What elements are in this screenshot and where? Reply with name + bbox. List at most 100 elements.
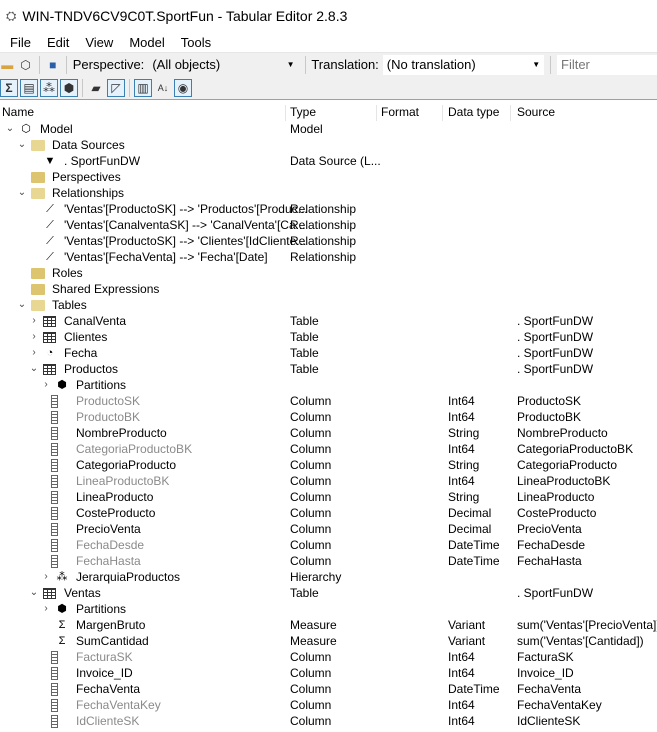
column-header-name[interactable]: Name <box>0 105 286 121</box>
tree-row[interactable]: ▼ . SportFunDW Data Source (L... <box>0 153 657 169</box>
chevron-down-icon[interactable]: ⌄ <box>5 121 15 137</box>
tree-row[interactable]: CategoriaProducto Column String CategoriaPr… <box>0 457 657 473</box>
tree-row[interactable]: Roles <box>0 265 657 281</box>
menu-tools[interactable]: Tools <box>173 35 219 50</box>
chevron-down-icon[interactable]: ⌄ <box>29 585 39 601</box>
tree-row[interactable]: ⟋ 'Ventas'[ProductoSK] --> 'Productos'[Pr… <box>0 201 657 217</box>
chevron-right-icon[interactable]: › <box>29 313 39 329</box>
relationship-icon: ⟋ <box>46 203 54 215</box>
column-header-format[interactable]: Format <box>377 105 443 121</box>
open-folder-icon[interactable]: ▬ <box>0 56 14 74</box>
tree-row[interactable]: ⌄ Relationships <box>0 185 657 201</box>
tree-row[interactable]: Perspectives <box>0 169 657 185</box>
row-name: MargenBruto <box>76 618 146 632</box>
filter-input[interactable] <box>557 54 657 75</box>
perspective-value: (All objects) <box>152 57 221 72</box>
chevron-down-icon[interactable]: ⌄ <box>17 297 27 313</box>
column-header-datatype[interactable]: Data type <box>443 105 511 121</box>
columns-icon[interactable]: ▤ <box>20 78 38 97</box>
tree-row[interactable]: › ⬢ Partitions <box>0 601 657 617</box>
row-type: Column <box>290 458 332 472</box>
tree-row[interactable]: ⟋ 'Ventas'[FechaVenta] --> 'Fecha'[Date] R… <box>0 249 657 265</box>
column-icon <box>51 523 58 536</box>
tree-row[interactable]: Σ MargenBruto Measure Variant sum('Ventas'[P… <box>0 617 657 633</box>
chevron-down-icon[interactable]: ⌄ <box>17 185 27 201</box>
tree-row[interactable]: ⟋ 'Ventas'[ProductoSK] --> 'Clientes'[IdC… <box>0 233 657 249</box>
tree-row[interactable]: FechaDesde Column DateTime FechaDesde <box>0 537 657 553</box>
menu-edit[interactable]: Edit <box>39 35 77 50</box>
menu-view[interactable]: View <box>77 35 121 50</box>
row-datatype: Variant <box>448 618 486 632</box>
save-icon[interactable]: ■ <box>46 56 60 74</box>
sort-az-icon[interactable]: A↓ <box>154 79 172 97</box>
view-toolbar: Σ ▤ ⁂ ⬢ ▰ ◸ ▥ A↓ ◉ <box>0 76 657 100</box>
chevron-right-icon[interactable]: › <box>41 569 51 585</box>
separator <box>550 55 551 74</box>
row-type: Column <box>290 442 332 456</box>
metadata-icon[interactable]: ◉ <box>174 78 192 97</box>
tree-row[interactable]: Σ SumCantidad Measure Variant sum('Ventas'[C… <box>0 633 657 649</box>
tree-row[interactable]: › ◔ Fecha Table . SportFunDW <box>0 345 657 361</box>
hidden-objects-icon[interactable]: ◸ <box>107 78 125 97</box>
sigma-icon: Σ <box>58 635 66 647</box>
row-name: LineaProducto <box>76 490 154 504</box>
tree-row[interactable]: LineaProducto Column String LineaProducto <box>0 489 657 505</box>
chevron-right-icon[interactable]: › <box>29 329 39 345</box>
tree-row[interactable]: PrecioVenta Column Decimal PrecioVenta <box>0 521 657 537</box>
tree-row[interactable]: IdClienteSK Column Int64 IdClienteSK <box>0 713 657 729</box>
all-columns-icon[interactable]: ▥ <box>134 78 152 97</box>
tree-row[interactable]: ⌄ Productos Table . SportFunDW <box>0 361 657 377</box>
tree-row[interactable]: ProductoSK Column Int64 ProductoSK <box>0 393 657 409</box>
row-datatype: String <box>448 426 480 440</box>
chevron-right-icon[interactable]: › <box>29 345 39 361</box>
row-name: Roles <box>52 266 83 280</box>
tree-row[interactable]: › CanalVenta Table . SportFunDW <box>0 313 657 329</box>
row-type: Data Source (L... <box>290 154 381 168</box>
tree-row[interactable]: › ⬢ Partitions <box>0 377 657 393</box>
row-name: Shared Expressions <box>52 282 160 296</box>
tree-row[interactable]: LineaProductoBK Column Int64 LineaProductoB… <box>0 473 657 489</box>
tree-row[interactable]: ⌄ Tables <box>0 297 657 313</box>
tree-row[interactable]: NombreProducto Column String NombreProducto <box>0 425 657 441</box>
tree-row[interactable]: ⌄ ⬡ Model Model <box>0 121 657 137</box>
row-type: Column <box>290 474 332 488</box>
row-datatype: Int64 <box>448 714 475 728</box>
chevron-right-icon[interactable]: › <box>41 377 51 393</box>
chevron-right-icon[interactable]: › <box>41 601 51 617</box>
menu-model[interactable]: Model <box>121 35 172 50</box>
display-folders-icon[interactable]: ▰ <box>87 79 105 97</box>
hierarchy-icon: ⁂ <box>56 571 68 583</box>
tree-row[interactable]: ProductoBK Column Int64 ProductoBK <box>0 409 657 425</box>
row-type: Table <box>290 314 319 328</box>
tree-row[interactable]: Shared Expressions <box>0 281 657 297</box>
chevron-down-icon[interactable]: ⌄ <box>17 137 27 153</box>
tree-row[interactable]: ⟋ 'Ventas'[CanalventaSK] --> 'CanalVenta'… <box>0 217 657 233</box>
tree-row[interactable]: CosteProducto Column Decimal CosteProducto <box>0 505 657 521</box>
tree-row[interactable]: FechaVenta Column DateTime FechaVenta <box>0 681 657 697</box>
menu-file[interactable]: File <box>2 35 39 50</box>
row-name: NombreProducto <box>76 426 167 440</box>
column-header-source[interactable]: Source <box>511 105 657 121</box>
partitions-icon[interactable]: ⬢ <box>60 78 78 97</box>
translation-select[interactable]: (No translation) ▼ <box>382 54 545 75</box>
row-name: FechaVentaKey <box>76 698 161 712</box>
hierarchies-icon[interactable]: ⁂ <box>40 78 58 97</box>
row-name: FechaVenta <box>76 682 141 696</box>
deploy-icon[interactable]: ⬡ <box>18 56 32 74</box>
tree-row[interactable]: › Clientes Table . SportFunDW <box>0 329 657 345</box>
row-name: IdClienteSK <box>76 714 140 728</box>
measures-icon[interactable]: Σ <box>0 78 18 97</box>
tree-row[interactable]: FacturaSK Column Int64 FacturaSK <box>0 649 657 665</box>
chevron-down-icon[interactable]: ⌄ <box>29 361 39 377</box>
tree-row[interactable]: CategoriaProductoBK Column Int64 CategoriaP… <box>0 441 657 457</box>
tree-row[interactable]: ⌄ Data Sources <box>0 137 657 153</box>
row-name: JerarquiaProductos <box>76 570 181 584</box>
perspective-select[interactable]: (All objects) ▼ <box>148 54 299 75</box>
tree-row[interactable]: ⌄ Ventas Table . SportFunDW <box>0 585 657 601</box>
tree-row[interactable]: FechaHasta Column DateTime FechaHasta <box>0 553 657 569</box>
column-header-type[interactable]: Type <box>286 105 377 121</box>
tree-row[interactable]: Invoice_ID Column Int64 Invoice_ID <box>0 665 657 681</box>
tree-row[interactable]: FechaVentaKey Column Int64 FechaVentaKey <box>0 697 657 713</box>
tree-row[interactable]: › ⁂ JerarquiaProductos Hierarchy <box>0 569 657 585</box>
row-datatype: DateTime <box>448 538 500 552</box>
